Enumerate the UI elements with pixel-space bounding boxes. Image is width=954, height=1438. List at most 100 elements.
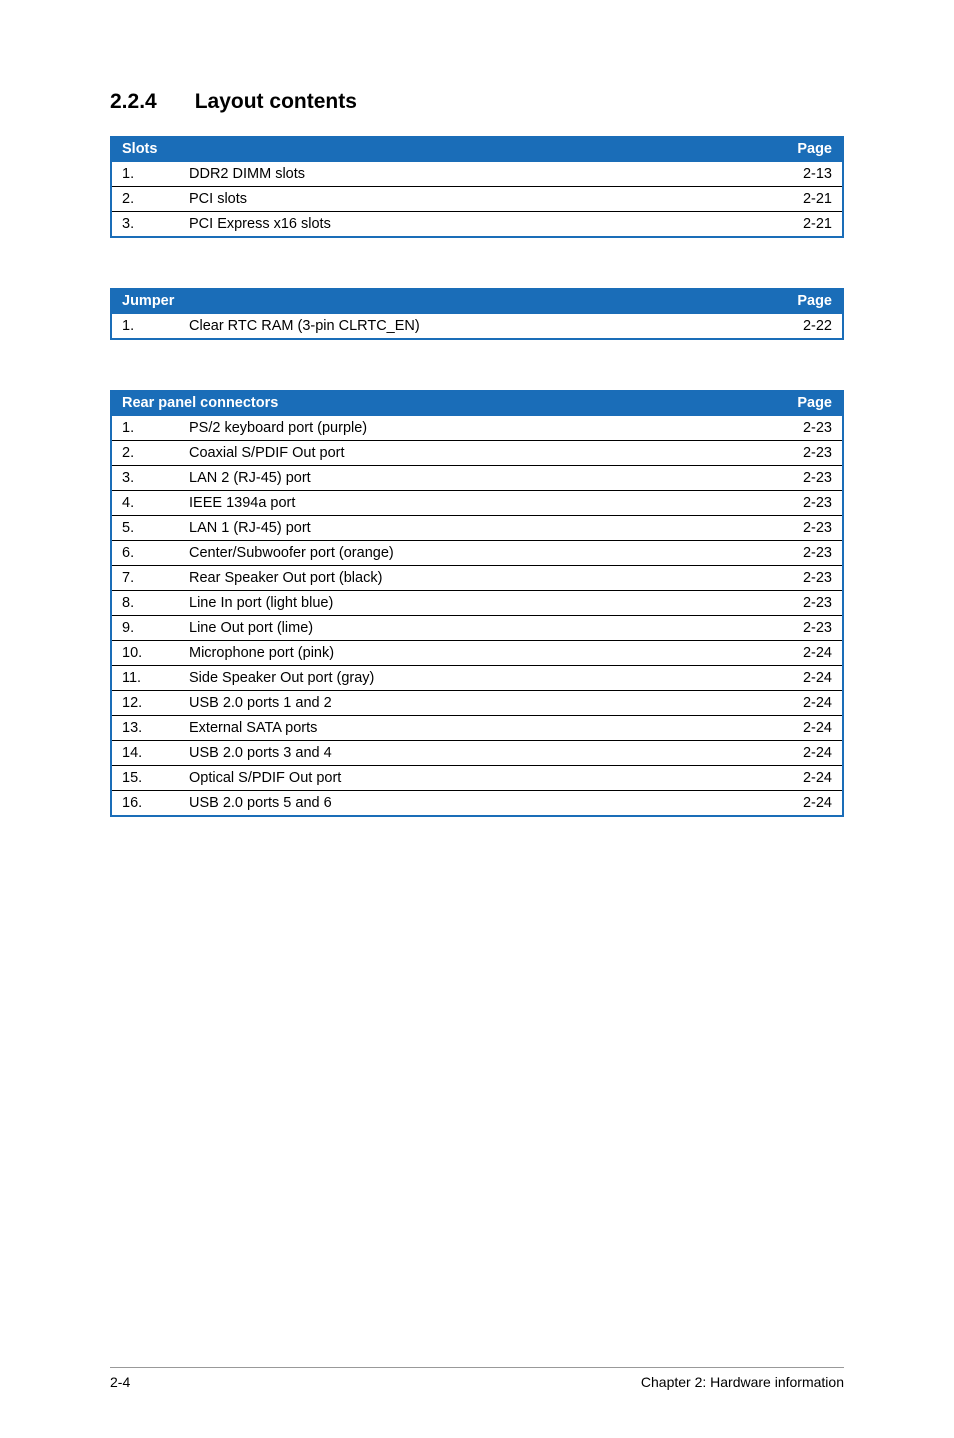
row-description: Optical S/PDIF Out port bbox=[179, 766, 763, 791]
table-row: 1.DDR2 DIMM slots2-13 bbox=[111, 162, 843, 187]
rear-panel-header-right: Page bbox=[763, 390, 843, 416]
row-number: 13. bbox=[111, 716, 179, 741]
row-page: 2-24 bbox=[763, 666, 843, 691]
row-description: USB 2.0 ports 5 and 6 bbox=[179, 791, 763, 817]
table-row: 11.Side Speaker Out port (gray)2-24 bbox=[111, 666, 843, 691]
row-page: 2-24 bbox=[763, 641, 843, 666]
table-row: 16.USB 2.0 ports 5 and 62-24 bbox=[111, 791, 843, 817]
table-row: 3.LAN 2 (RJ-45) port2-23 bbox=[111, 466, 843, 491]
row-number: 5. bbox=[111, 516, 179, 541]
row-description: PS/2 keyboard port (purple) bbox=[179, 416, 763, 441]
row-number: 11. bbox=[111, 666, 179, 691]
jumper-table: Jumper Page 1.Clear RTC RAM (3-pin CLRTC… bbox=[110, 288, 844, 340]
row-description: Side Speaker Out port (gray) bbox=[179, 666, 763, 691]
slots-header-left: Slots bbox=[111, 136, 763, 162]
row-page: 2-24 bbox=[763, 691, 843, 716]
row-number: 9. bbox=[111, 616, 179, 641]
jumper-table-header-row: Jumper Page bbox=[111, 288, 843, 314]
row-page: 2-21 bbox=[763, 212, 843, 238]
row-description: LAN 2 (RJ-45) port bbox=[179, 466, 763, 491]
row-page: 2-23 bbox=[763, 591, 843, 616]
row-page: 2-24 bbox=[763, 791, 843, 817]
row-page: 2-23 bbox=[763, 466, 843, 491]
row-number: 2. bbox=[111, 187, 179, 212]
slots-table-body: 1.DDR2 DIMM slots2-132.PCI slots2-213.PC… bbox=[111, 162, 843, 237]
jumper-table-body: 1.Clear RTC RAM (3-pin CLRTC_EN)2-22 bbox=[111, 314, 843, 339]
table-row: 12.USB 2.0 ports 1 and 22-24 bbox=[111, 691, 843, 716]
row-number: 1. bbox=[111, 314, 179, 339]
table-row: 13.External SATA ports2-24 bbox=[111, 716, 843, 741]
row-page: 2-23 bbox=[763, 416, 843, 441]
row-page: 2-23 bbox=[763, 516, 843, 541]
row-number: 10. bbox=[111, 641, 179, 666]
slots-header-right: Page bbox=[763, 136, 843, 162]
row-description: Line In port (light blue) bbox=[179, 591, 763, 616]
table-row: 2.Coaxial S/PDIF Out port2-23 bbox=[111, 441, 843, 466]
row-number: 6. bbox=[111, 541, 179, 566]
row-page: 2-23 bbox=[763, 441, 843, 466]
jumper-header-left: Jumper bbox=[111, 288, 763, 314]
row-description: Center/Subwoofer port (orange) bbox=[179, 541, 763, 566]
row-number: 7. bbox=[111, 566, 179, 591]
slots-table-container: Slots Page 1.DDR2 DIMM slots2-132.PCI sl… bbox=[110, 136, 844, 238]
row-page: 2-24 bbox=[763, 716, 843, 741]
table-row: 2.PCI slots2-21 bbox=[111, 187, 843, 212]
rear-panel-header-left: Rear panel connectors bbox=[111, 390, 763, 416]
table-row: 1.PS/2 keyboard port (purple)2-23 bbox=[111, 416, 843, 441]
row-page: 2-23 bbox=[763, 616, 843, 641]
row-page: 2-21 bbox=[763, 187, 843, 212]
table-row: 10.Microphone port (pink)2-24 bbox=[111, 641, 843, 666]
row-number: 4. bbox=[111, 491, 179, 516]
section-title: Layout contents bbox=[195, 90, 357, 113]
row-description: DDR2 DIMM slots bbox=[179, 162, 763, 187]
row-description: External SATA ports bbox=[179, 716, 763, 741]
slots-table-header-row: Slots Page bbox=[111, 136, 843, 162]
row-description: Clear RTC RAM (3-pin CLRTC_EN) bbox=[179, 314, 763, 339]
row-description: LAN 1 (RJ-45) port bbox=[179, 516, 763, 541]
table-row: 14.USB 2.0 ports 3 and 42-24 bbox=[111, 741, 843, 766]
row-number: 12. bbox=[111, 691, 179, 716]
row-number: 1. bbox=[111, 416, 179, 441]
table-row: 3.PCI Express x16 slots2-21 bbox=[111, 212, 843, 238]
row-number: 15. bbox=[111, 766, 179, 791]
jumper-table-container: Jumper Page 1.Clear RTC RAM (3-pin CLRTC… bbox=[110, 288, 844, 340]
table-row: 1.Clear RTC RAM (3-pin CLRTC_EN)2-22 bbox=[111, 314, 843, 339]
row-page: 2-22 bbox=[763, 314, 843, 339]
row-page: 2-13 bbox=[763, 162, 843, 187]
jumper-header-right: Page bbox=[763, 288, 843, 314]
table-row: 15.Optical S/PDIF Out port2-24 bbox=[111, 766, 843, 791]
row-page: 2-24 bbox=[763, 741, 843, 766]
row-description: PCI Express x16 slots bbox=[179, 212, 763, 238]
row-page: 2-23 bbox=[763, 491, 843, 516]
row-number: 16. bbox=[111, 791, 179, 817]
row-number: 8. bbox=[111, 591, 179, 616]
footer-chapter-title: Chapter 2: Hardware information bbox=[641, 1374, 844, 1390]
table-row: 6.Center/Subwoofer port (orange)2-23 bbox=[111, 541, 843, 566]
row-page: 2-24 bbox=[763, 766, 843, 791]
table-row: 5.LAN 1 (RJ-45) port2-23 bbox=[111, 516, 843, 541]
row-page: 2-23 bbox=[763, 541, 843, 566]
table-row: 4.IEEE 1394a port2-23 bbox=[111, 491, 843, 516]
row-description: Rear Speaker Out port (black) bbox=[179, 566, 763, 591]
row-description: Coaxial S/PDIF Out port bbox=[179, 441, 763, 466]
slots-table: Slots Page 1.DDR2 DIMM slots2-132.PCI sl… bbox=[110, 136, 844, 238]
rear-panel-table-body: 1.PS/2 keyboard port (purple)2-232.Coaxi… bbox=[111, 416, 843, 816]
row-page: 2-23 bbox=[763, 566, 843, 591]
page-footer: 2-4 Chapter 2: Hardware information bbox=[110, 1367, 844, 1390]
footer-page-number: 2-4 bbox=[110, 1374, 130, 1390]
section-heading: 2.2.4 Layout contents bbox=[110, 90, 844, 114]
row-description: USB 2.0 ports 3 and 4 bbox=[179, 741, 763, 766]
row-number: 1. bbox=[111, 162, 179, 187]
section-number: 2.2.4 bbox=[110, 90, 157, 114]
rear-panel-table: Rear panel connectors Page 1.PS/2 keyboa… bbox=[110, 390, 844, 817]
row-number: 14. bbox=[111, 741, 179, 766]
row-description: IEEE 1394a port bbox=[179, 491, 763, 516]
table-row: 8.Line In port (light blue)2-23 bbox=[111, 591, 843, 616]
row-description: Line Out port (lime) bbox=[179, 616, 763, 641]
row-description: USB 2.0 ports 1 and 2 bbox=[179, 691, 763, 716]
row-description: Microphone port (pink) bbox=[179, 641, 763, 666]
row-number: 3. bbox=[111, 466, 179, 491]
table-row: 7.Rear Speaker Out port (black)2-23 bbox=[111, 566, 843, 591]
row-description: PCI slots bbox=[179, 187, 763, 212]
rear-panel-table-header-row: Rear panel connectors Page bbox=[111, 390, 843, 416]
